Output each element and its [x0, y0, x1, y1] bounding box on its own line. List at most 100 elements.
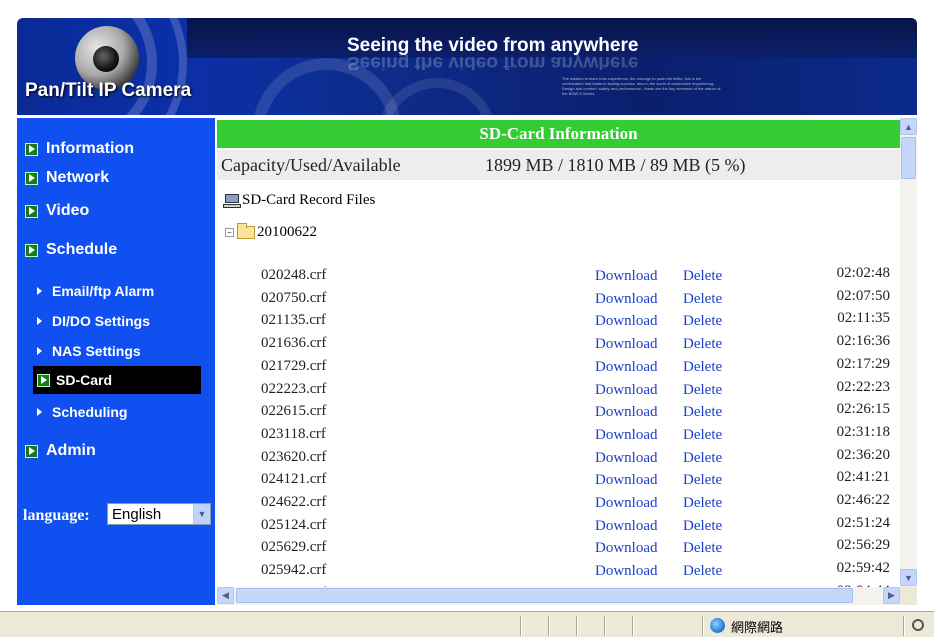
- browser-status-bar: 網際網路: [0, 611, 934, 637]
- download-link[interactable]: Download: [595, 336, 658, 353]
- scroll-left-icon[interactable]: ◀: [217, 587, 234, 604]
- file-name: 020248.crf: [261, 267, 327, 283]
- scroll-right-icon[interactable]: ▶: [883, 587, 900, 604]
- download-link[interactable]: Download: [595, 313, 658, 330]
- download-link[interactable]: Download: [595, 404, 658, 421]
- delete-link[interactable]: Delete: [683, 472, 722, 489]
- delete-link[interactable]: Delete: [683, 268, 722, 285]
- file-time: 02:46:22: [836, 492, 890, 508]
- file-name: 024622.crf: [261, 494, 327, 510]
- download-link[interactable]: Download: [595, 540, 658, 557]
- download-link[interactable]: Download: [595, 563, 658, 580]
- sidebar-item-video[interactable]: Video: [25, 202, 89, 220]
- folder-icon: [237, 223, 255, 239]
- record-files-heading: SD-Card Record Files: [223, 192, 375, 209]
- sidebar-item-label: SD-Card: [56, 372, 113, 388]
- sidebar-item-label: Network: [46, 169, 110, 186]
- download-link[interactable]: Download: [595, 268, 658, 285]
- delete-link[interactable]: Delete: [683, 540, 722, 557]
- download-link[interactable]: Download: [595, 495, 658, 512]
- computer-icon: [223, 193, 241, 208]
- banner-tagline-reflection: Seeing the video from anywhere: [347, 54, 639, 70]
- folder-name: 20100622: [257, 224, 317, 240]
- globe-icon: [710, 618, 725, 633]
- horizontal-scrollbar[interactable]: ◀ ▶: [217, 587, 900, 605]
- file-name: 024121.crf: [261, 471, 327, 488]
- sidebar-item-label: DI/DO Settings: [52, 313, 151, 329]
- vertical-scrollbar[interactable]: ▲ ▼: [900, 118, 917, 587]
- file-time: 02:36:20: [836, 446, 890, 463]
- language-select[interactable]: English ▼: [107, 503, 211, 525]
- file-time: 02:51:24: [836, 514, 890, 531]
- file-name: 021636.crf: [261, 335, 327, 352]
- delete-link[interactable]: Delete: [683, 427, 722, 444]
- file-time: 02:07:50: [836, 287, 890, 304]
- arrow-square-icon: [25, 142, 38, 156]
- file-time: 02:56:29: [836, 537, 890, 554]
- tree-collapse-icon[interactable]: −: [225, 228, 234, 237]
- horizontal-scroll-thumb[interactable]: [236, 588, 853, 603]
- file-time: 02:02:48: [836, 265, 890, 281]
- download-link[interactable]: Download: [595, 518, 658, 535]
- sidebar-item-email-ftp-alarm[interactable]: Email/ftp Alarm: [37, 283, 154, 299]
- delete-link[interactable]: Delete: [683, 495, 722, 512]
- delete-link[interactable]: Delete: [683, 382, 722, 399]
- folder-node[interactable]: − 20100622: [225, 223, 317, 241]
- download-link[interactable]: Download: [595, 450, 658, 467]
- capacity-row: Capacity/Used/Available 1899 MB / 1810 M…: [217, 150, 900, 180]
- scroll-up-icon[interactable]: ▲: [900, 118, 917, 135]
- chevron-down-icon[interactable]: ▼: [193, 504, 210, 524]
- table-row: 020750.crf Download Delete 02:07:50: [217, 288, 900, 310]
- sidebar-item-admin[interactable]: Admin: [25, 442, 96, 460]
- vertical-scroll-thumb[interactable]: [901, 137, 916, 179]
- file-time: 02:31:18: [836, 423, 890, 440]
- banner-fine-print: The wisdom to learn from experience, the…: [562, 76, 721, 96]
- sidebar-item-nas-settings[interactable]: NAS Settings: [37, 343, 141, 359]
- sidebar-item-label: Admin: [46, 442, 96, 459]
- table-row: 021636.crf Download Delete 02:16:36: [217, 333, 900, 355]
- table-row: 022615.crf Download Delete 02:26:15: [217, 401, 900, 423]
- brand-title: Pan/Tilt IP Camera: [25, 80, 192, 101]
- file-name: 025629.crf: [261, 539, 327, 556]
- table-row: 025629.crf Download Delete 02:56:29: [217, 537, 900, 559]
- sidebar-item-dido-settings[interactable]: DI/DO Settings: [37, 313, 150, 329]
- arrow-square-icon: [37, 373, 50, 387]
- scroll-down-icon[interactable]: ▼: [900, 569, 917, 586]
- download-link[interactable]: Download: [595, 382, 658, 399]
- sidebar-item-information[interactable]: Information: [25, 140, 134, 158]
- delete-link[interactable]: Delete: [683, 291, 722, 308]
- download-link[interactable]: Download: [595, 472, 658, 489]
- zoom-icon[interactable]: [912, 619, 924, 631]
- delete-link[interactable]: Delete: [683, 563, 722, 580]
- page-frame: Pan/Tilt IP Camera Seeing the video from…: [17, 18, 917, 605]
- main-content: SD-Card Information Capacity/Used/Availa…: [217, 118, 917, 605]
- status-divider: [520, 616, 522, 636]
- delete-link[interactable]: Delete: [683, 518, 722, 535]
- table-row: 020248.crf Download Delete 02:02:48: [217, 265, 900, 287]
- file-time: 02:59:42: [836, 560, 890, 577]
- delete-link[interactable]: Delete: [683, 450, 722, 467]
- file-time: 02:26:15: [836, 401, 890, 418]
- status-divider: [632, 616, 634, 636]
- download-link[interactable]: Download: [595, 359, 658, 376]
- file-name: 025942.crf: [261, 562, 327, 579]
- delete-link[interactable]: Delete: [683, 404, 722, 421]
- sidebar-item-label: Schedule: [46, 241, 118, 258]
- arrow-square-icon: [25, 243, 38, 257]
- download-link[interactable]: Download: [595, 427, 658, 444]
- sidebar: Information Network Video Schedule Email…: [17, 118, 215, 605]
- sidebar-item-sd-card[interactable]: SD-Card: [33, 366, 201, 394]
- scrollbar-corner: [900, 587, 917, 605]
- download-link[interactable]: Download: [595, 291, 658, 308]
- sidebar-item-network[interactable]: Network: [25, 169, 109, 187]
- delete-link[interactable]: Delete: [683, 359, 722, 376]
- sidebar-item-label: Scheduling: [52, 404, 128, 420]
- status-divider: [576, 616, 578, 636]
- file-name: 022223.crf: [261, 380, 327, 397]
- file-time: 02:41:21: [836, 469, 890, 486]
- sidebar-item-schedule[interactable]: Schedule: [25, 241, 117, 259]
- delete-link[interactable]: Delete: [683, 313, 722, 330]
- delete-link[interactable]: Delete: [683, 336, 722, 353]
- file-name: 022615.crf: [261, 403, 327, 420]
- sidebar-item-scheduling[interactable]: Scheduling: [37, 404, 127, 420]
